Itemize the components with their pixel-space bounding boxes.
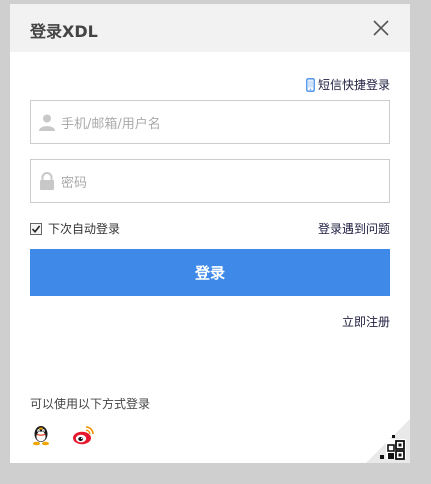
remember-me[interactable]: 下次自动登录	[30, 220, 120, 237]
sms-login-link[interactable]: 短信快捷登录	[306, 76, 390, 93]
qr-code-icon	[366, 419, 410, 463]
username-field[interactable]: 手机/邮箱/用户名	[30, 100, 390, 144]
weibo-login-button[interactable]	[72, 424, 94, 446]
weibo-icon	[73, 426, 94, 445]
username-placeholder: 手机/邮箱/用户名	[61, 116, 161, 132]
other-methods-label: 可以使用以下方式登录	[30, 397, 151, 411]
lock-icon	[40, 172, 54, 190]
user-icon	[39, 114, 55, 131]
qr-login-toggle[interactable]	[366, 419, 410, 463]
password-placeholder: 密码	[61, 175, 88, 191]
close-button[interactable]	[372, 19, 390, 37]
password-field[interactable]: 密码	[30, 159, 390, 203]
login-options-row: 下次自动登录 登录遇到问题	[30, 220, 390, 236]
dialog-title: 登录XDL	[30, 22, 98, 41]
dialog-header: 登录XDL	[10, 4, 410, 52]
qq-login-button[interactable]	[30, 424, 52, 446]
remember-checkbox[interactable]	[30, 222, 42, 235]
qq-icon	[33, 426, 49, 446]
login-button[interactable]: 登录	[30, 249, 390, 296]
login-dialog: 登录XDL 短信快捷登录 手机/邮箱/用户名 密码 下次自动登录 登录遇到问题 …	[10, 4, 410, 463]
remember-label: 下次自动登录	[48, 222, 121, 236]
checkmark-icon	[31, 225, 41, 233]
login-help-link[interactable]: 登录遇到问题	[318, 220, 390, 237]
register-link[interactable]: 立即注册	[342, 313, 390, 330]
close-icon	[373, 20, 389, 36]
phone-icon	[306, 77, 315, 92]
sms-login-label: 短信快捷登录	[317, 78, 390, 92]
